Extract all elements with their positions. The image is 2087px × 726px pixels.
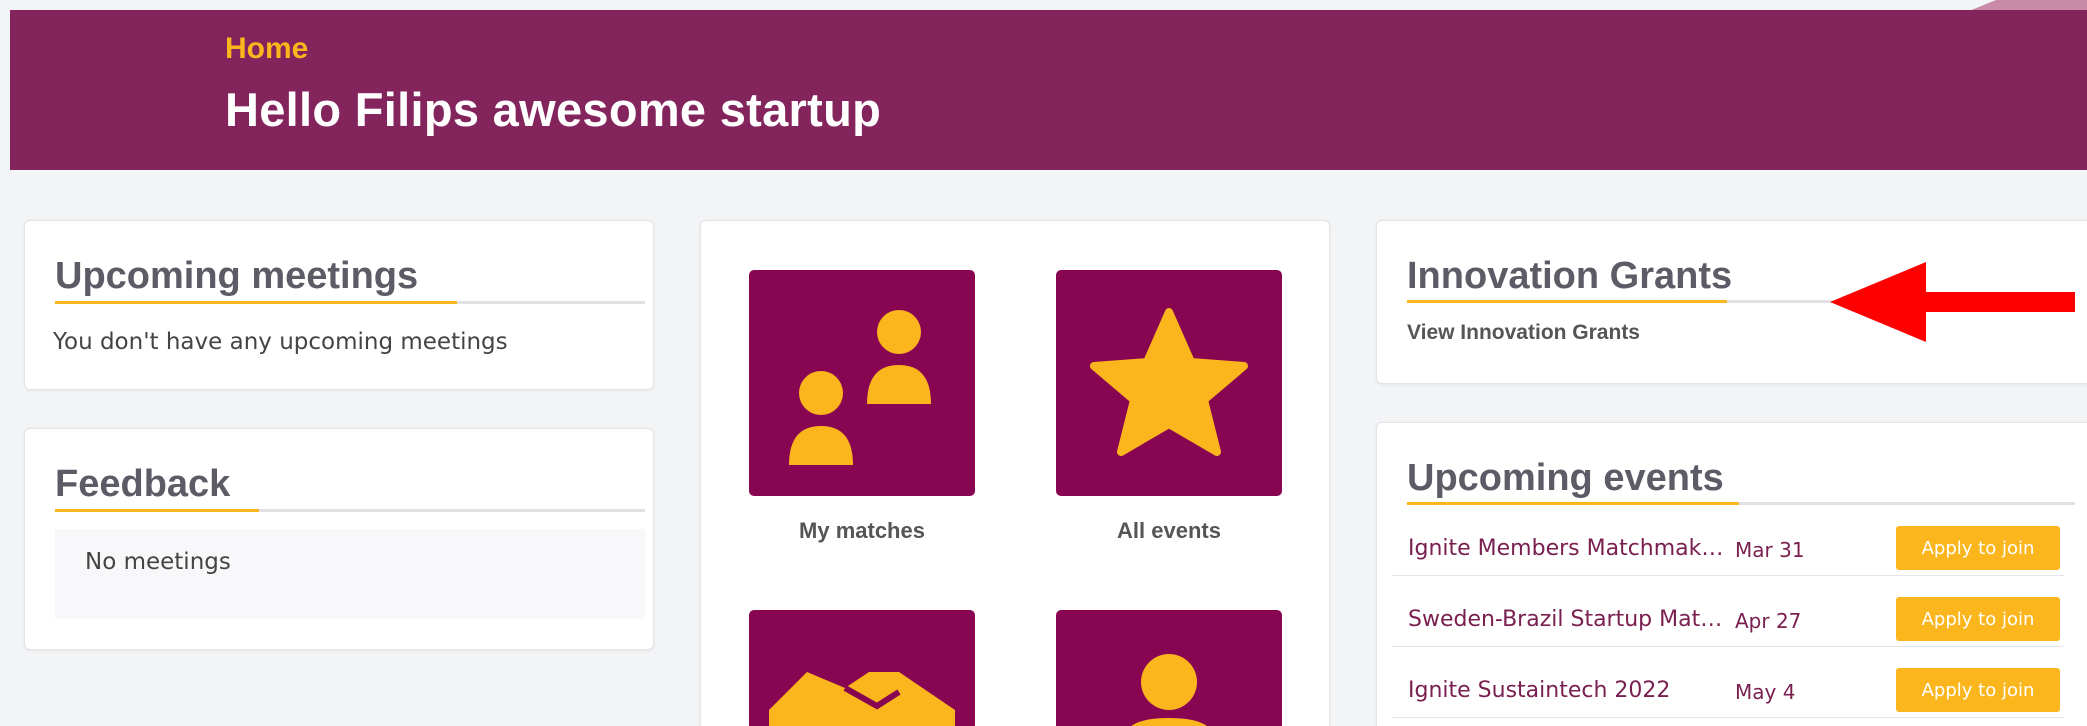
my-matches-label[interactable]: My matches: [749, 518, 975, 544]
my-matches-tile[interactable]: [749, 270, 975, 496]
view-innovation-grants-link[interactable]: View Innovation Grants: [1407, 321, 1640, 345]
apply-to-join-button[interactable]: Apply to join: [1896, 526, 2060, 570]
partners-tile[interactable]: [749, 610, 975, 726]
annotation-arrow-icon: [1830, 262, 2075, 342]
event-row: Ignite Members Matchmak… Mar 31 Apply to…: [1392, 516, 2064, 576]
apply-to-join-button[interactable]: Apply to join: [1896, 668, 2060, 712]
event-row: Sweden-Brazil Startup Mat… Apr 27 Apply …: [1392, 587, 2064, 647]
event-name-link[interactable]: Sweden-Brazil Startup Mat…: [1408, 607, 1722, 632]
profile-tile[interactable]: [1056, 610, 1282, 726]
title-underline: [55, 301, 645, 304]
innovation-grants-title: Innovation Grants: [1407, 255, 1733, 297]
event-name-link[interactable]: Ignite Members Matchmak…: [1408, 536, 1723, 561]
upcoming-meetings-card: Upcoming meetings You don't have any upc…: [24, 220, 654, 390]
title-underline: [1407, 502, 2075, 505]
star-icon: [1090, 308, 1248, 456]
all-events-tile[interactable]: [1056, 270, 1282, 496]
all-events-label[interactable]: All events: [1056, 518, 1282, 544]
page-title: Hello Filips awesome startup: [225, 83, 882, 136]
title-underline: [1407, 300, 1887, 303]
apply-to-join-button[interactable]: Apply to join: [1896, 597, 2060, 641]
event-name-link[interactable]: Ignite Sustaintech 2022: [1408, 678, 1670, 703]
event-date: Mar 31: [1735, 538, 1805, 562]
feedback-empty: No meetings: [85, 549, 231, 575]
event-date: Apr 27: [1735, 609, 1802, 633]
breadcrumb-home[interactable]: Home: [225, 32, 308, 66]
feedback-card: Feedback No meetings: [24, 428, 654, 650]
upcoming-meetings-empty: You don't have any upcoming meetings: [53, 329, 508, 355]
title-underline: [55, 509, 645, 512]
handshake-icon: [769, 672, 955, 726]
people-icon: [789, 310, 931, 465]
event-row: Ignite Sustaintech 2022 May 4 Apply to j…: [1392, 658, 2064, 718]
upcoming-meetings-title: Upcoming meetings: [55, 255, 419, 297]
upcoming-events-title: Upcoming events: [1407, 457, 1724, 499]
person-icon: [1131, 654, 1207, 726]
feedback-list: No meetings: [55, 529, 645, 619]
event-date: May 4: [1735, 680, 1796, 704]
feedback-title: Feedback: [55, 463, 231, 505]
